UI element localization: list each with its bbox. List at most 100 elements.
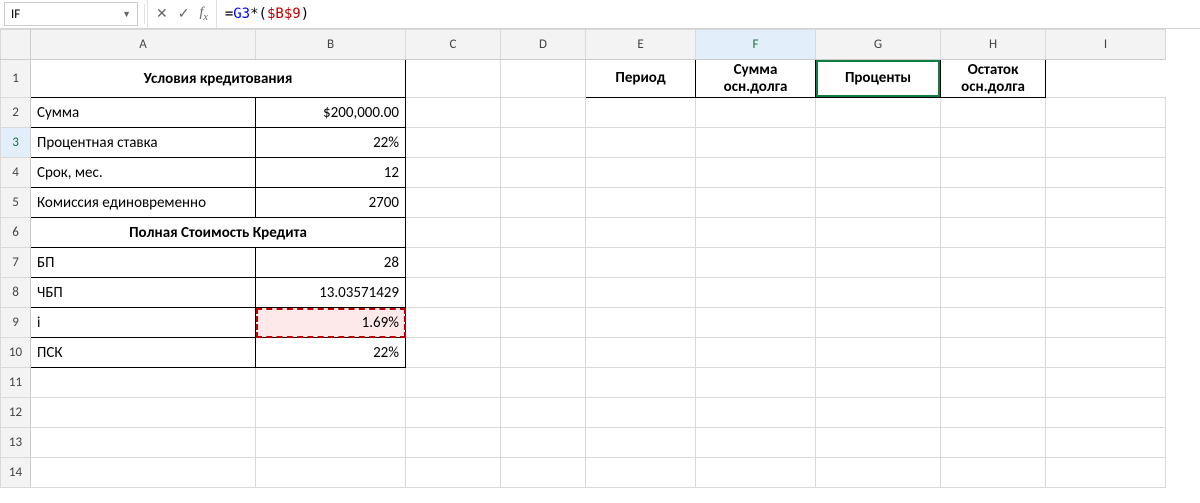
cell-D6[interactable]: [501, 218, 586, 248]
cell-H3[interactable]: [941, 128, 1046, 158]
cell-E12[interactable]: [586, 398, 696, 428]
cell-F10[interactable]: [696, 338, 816, 368]
cancel-icon[interactable]: ✕: [156, 7, 168, 21]
cell-G8[interactable]: [816, 278, 941, 308]
cell-F2[interactable]: [696, 98, 816, 128]
cell-I3[interactable]: [1046, 128, 1166, 158]
cell-D13[interactable]: [501, 428, 586, 458]
cell-E3[interactable]: [586, 128, 696, 158]
col-header-F[interactable]: F: [696, 30, 816, 60]
cell-E5[interactable]: [586, 188, 696, 218]
cell-A11[interactable]: [31, 368, 256, 398]
cell-I4[interactable]: [1046, 158, 1166, 188]
row-header-1[interactable]: 1: [1, 60, 31, 98]
cell-A5[interactable]: Комиссия единовременно: [31, 188, 256, 218]
cell-A10[interactable]: ПСК: [31, 338, 256, 368]
row-header-7[interactable]: 7: [1, 248, 31, 278]
cell-B8[interactable]: 13.03571429: [256, 278, 406, 308]
cell-G3[interactable]: [816, 128, 941, 158]
cell-B4[interactable]: 12: [256, 158, 406, 188]
cell-B10[interactable]: 22%: [256, 338, 406, 368]
cell-F3[interactable]: [696, 128, 816, 158]
cell-I1[interactable]: Остаток осн.долга: [941, 60, 1046, 98]
cell-E11[interactable]: [586, 368, 696, 398]
col-header-H[interactable]: H: [941, 30, 1046, 60]
fx-icon[interactable]: fx: [199, 6, 207, 23]
cell-C5[interactable]: [406, 188, 501, 218]
cell-I7[interactable]: [1046, 248, 1166, 278]
cell-E6[interactable]: [586, 218, 696, 248]
cell-F7[interactable]: [696, 248, 816, 278]
cell-H6[interactable]: [941, 218, 1046, 248]
cell-G4[interactable]: [816, 158, 941, 188]
cell-E13[interactable]: [586, 428, 696, 458]
cell-D5[interactable]: [501, 188, 586, 218]
cell-A14[interactable]: [31, 458, 256, 488]
select-all-corner[interactable]: [1, 30, 31, 60]
col-header-I[interactable]: I: [1046, 30, 1166, 60]
cell-E8[interactable]: [586, 278, 696, 308]
cell-D10[interactable]: [501, 338, 586, 368]
cell-E14[interactable]: [586, 458, 696, 488]
cell-A8[interactable]: ЧБП: [31, 278, 256, 308]
cell-I5[interactable]: [1046, 188, 1166, 218]
cell-B3[interactable]: 22%: [256, 128, 406, 158]
cell-I10[interactable]: [1046, 338, 1166, 368]
cell-C10[interactable]: [406, 338, 501, 368]
cell-F4[interactable]: [696, 158, 816, 188]
cell-B2[interactable]: $200,000.00: [256, 98, 406, 128]
cell-F9[interactable]: [696, 308, 816, 338]
cell-B9[interactable]: 1.69%: [256, 308, 406, 338]
row-header-13[interactable]: 13: [1, 428, 31, 458]
cell-I9[interactable]: [1046, 308, 1166, 338]
cell-F6[interactable]: [696, 218, 816, 248]
cell-H1[interactable]: Проценты: [816, 60, 941, 98]
cell-C9[interactable]: [406, 308, 501, 338]
cell-I8[interactable]: [1046, 278, 1166, 308]
col-header-B[interactable]: B: [256, 30, 406, 60]
row-header-12[interactable]: 12: [1, 398, 31, 428]
cell-D12[interactable]: [501, 398, 586, 428]
cell-F13[interactable]: [696, 428, 816, 458]
cell-B12[interactable]: [256, 398, 406, 428]
cell-F14[interactable]: [696, 458, 816, 488]
cell-D9[interactable]: [501, 308, 586, 338]
row-header-9[interactable]: 9: [1, 308, 31, 338]
cell-H4[interactable]: [941, 158, 1046, 188]
col-header-C[interactable]: C: [406, 30, 501, 60]
cell-D2[interactable]: [501, 98, 586, 128]
cell-G7[interactable]: [816, 248, 941, 278]
col-header-G[interactable]: G: [816, 30, 941, 60]
cell-I12[interactable]: [1046, 398, 1166, 428]
cell-H5[interactable]: [941, 188, 1046, 218]
cell-B14[interactable]: [256, 458, 406, 488]
row-header-6[interactable]: 6: [1, 218, 31, 248]
col-header-A[interactable]: A: [31, 30, 256, 60]
spreadsheet-grid[interactable]: ABCDEFGHI 1Условия кредитованияПериодСум…: [0, 29, 1200, 488]
cell-I2[interactable]: [1046, 98, 1166, 128]
cell-A4[interactable]: Срок, мес.: [31, 158, 256, 188]
cell-F11[interactable]: [696, 368, 816, 398]
cell-G2[interactable]: [816, 98, 941, 128]
cell-C2[interactable]: [406, 98, 501, 128]
cell-G10[interactable]: [816, 338, 941, 368]
cell-H14[interactable]: [941, 458, 1046, 488]
cell-A6[interactable]: Полная Стоимость Кредита: [31, 218, 406, 248]
row-header-10[interactable]: 10: [1, 338, 31, 368]
row-header-14[interactable]: 14: [1, 458, 31, 488]
cell-F8[interactable]: [696, 278, 816, 308]
row-header-2[interactable]: 2: [1, 98, 31, 128]
cell-A2[interactable]: Сумма: [31, 98, 256, 128]
cell-D3[interactable]: [501, 128, 586, 158]
cell-H11[interactable]: [941, 368, 1046, 398]
cell-A7[interactable]: БП: [31, 248, 256, 278]
cell-C3[interactable]: [406, 128, 501, 158]
row-header-8[interactable]: 8: [1, 278, 31, 308]
cell-G14[interactable]: [816, 458, 941, 488]
cell-C6[interactable]: [406, 218, 501, 248]
cell-G1[interactable]: Сумма осн.долга: [696, 60, 816, 98]
col-header-D[interactable]: D: [501, 30, 586, 60]
cell-B11[interactable]: [256, 368, 406, 398]
cell-B5[interactable]: 2700: [256, 188, 406, 218]
cell-E2[interactable]: [586, 98, 696, 128]
